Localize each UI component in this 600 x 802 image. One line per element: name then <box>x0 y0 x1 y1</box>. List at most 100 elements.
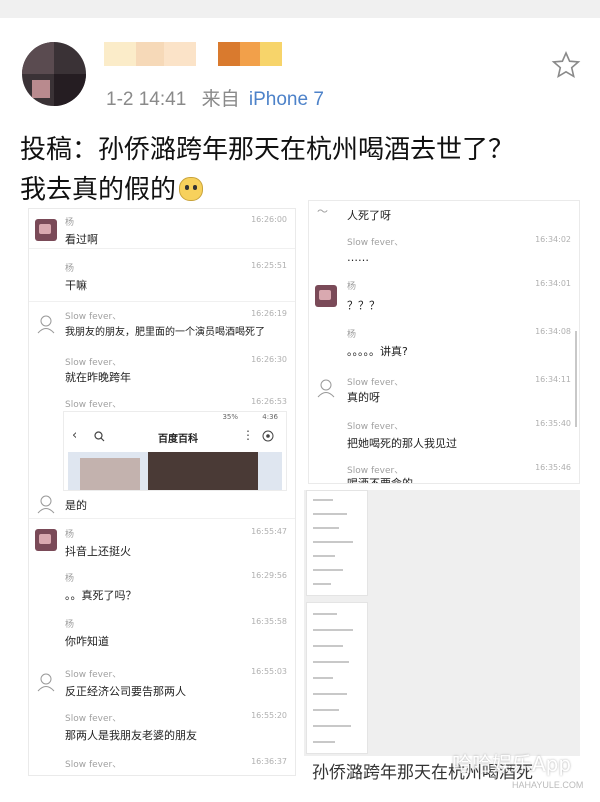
more-dots-icon[interactable]: ⋮ <box>242 428 254 442</box>
chat-sender: Slow fever、 <box>347 422 404 432</box>
chat-message: Slow fever、 16:26:19 我朋友的朋友，肥里面的一个演员喝酒喝死… <box>29 305 295 355</box>
post-meta: 1-2 14:41 来自 iPhone 7 <box>106 84 324 111</box>
user-outline-avatar-icon <box>37 495 55 514</box>
chat-text: 就在昨晚跨年 <box>65 371 131 384</box>
watermark: 哈哈娱乐App <box>452 752 572 776</box>
divider <box>29 248 295 249</box>
chat-text: 反正经济公司要告那两人 <box>65 685 186 698</box>
wave-icon: ～ <box>317 205 328 218</box>
scrollbar[interactable] <box>575 331 577 427</box>
chat-message: Slow fever、 16:34:11 真的呀 <box>309 371 579 415</box>
chat-message: 是的 <box>29 491 295 519</box>
post-time: 1-2 14:41 <box>106 89 187 110</box>
chat-text: 人死了呀 <box>347 209 391 222</box>
chat-sender: Slow fever、 <box>65 358 122 368</box>
search-icon[interactable] <box>94 431 105 442</box>
chat-text: 喝酒不要命的 <box>347 477 413 484</box>
chat-time: 16:26:19 <box>251 309 287 318</box>
chat-text: 真的呀 <box>347 391 380 404</box>
chat-message: 杨 16:35:58 你咋知道 <box>29 613 295 657</box>
watermark-url: HAHAYULE.COM <box>512 780 584 790</box>
chat-sender: Slow fever、 <box>347 378 404 388</box>
chat-time: 16:55:20 <box>251 711 287 720</box>
post-source-prefix: 来自 <box>201 89 240 110</box>
post-text-line: 我去真的假的 <box>20 175 177 205</box>
chat-time: 16:35:58 <box>251 617 287 626</box>
avatar-photo <box>315 285 337 307</box>
chat-message: 杨 16:55:47 抖音上还挺火 <box>29 523 295 567</box>
chat-time: 16:34:11 <box>535 375 571 384</box>
embedded-phone-screenshot: 35% 4:36 ‹ 百度百科 ⋮ <box>63 411 287 491</box>
chat-time: 16:34:08 <box>535 327 571 336</box>
chat-time: 16:55:47 <box>251 527 287 536</box>
chat-sender: Slow fever、 <box>65 400 122 410</box>
chat-message: Slow fever、 16:35:40 把她喝死的那人我见过 <box>309 415 579 459</box>
post-device-link[interactable]: iPhone 7 <box>249 89 324 110</box>
avatar-photo <box>35 529 57 551</box>
phone-toolbar: ‹ 百度百科 ⋮ <box>64 426 286 448</box>
back-arrow-icon[interactable]: ‹ <box>72 428 77 443</box>
chat-message: 杨 16:29:56 。。真死了吗？ <box>29 567 295 611</box>
phone-page-title: 百度百科 <box>158 434 198 445</box>
chat-sender: 杨 <box>347 282 357 292</box>
chat-text: 。。。。。讲真? <box>347 345 408 358</box>
chat-time: 16:26:30 <box>251 355 287 364</box>
chat-message: 杨 16:25:51 干嘛 <box>29 255 295 302</box>
chat-sender: Slow fever、 <box>347 238 404 248</box>
avatar-photo <box>35 219 57 241</box>
chat-message: Slow fever、 16:35:46 喝酒不要命的 <box>309 459 579 484</box>
chat-text: 是的 <box>65 499 87 512</box>
avatar[interactable] <box>22 42 86 106</box>
mini-chat-screenshot <box>306 490 368 596</box>
avatar-pixel <box>32 80 50 98</box>
banner-photo <box>148 452 258 490</box>
post-text: 投稿：孙侨潞跨年那天在杭州喝酒去世了？ 我去真的假的 <box>20 130 580 210</box>
chat-time: 16:55:03 <box>251 667 287 676</box>
user-outline-avatar-icon <box>317 379 335 398</box>
chat-text: 那两人是我朋友老婆的朋友 <box>65 729 197 742</box>
chat-sender: 杨 <box>65 620 75 630</box>
chat-message: Slow fever、 16:36:37 <box>29 753 295 773</box>
post-text-line: 投稿：孙侨潞跨年那天在杭州喝酒去世了？ <box>20 135 515 165</box>
chat-sender: 杨 <box>65 530 75 540</box>
close-circle-icon[interactable] <box>262 430 274 442</box>
chat-time: 16:25:51 <box>251 261 287 270</box>
star-icon[interactable] <box>551 50 581 80</box>
avatar-pixel <box>54 74 86 106</box>
username-mosaic[interactable] <box>104 42 294 66</box>
chat-time: 16:26:00 <box>251 215 287 224</box>
chat-sender: 杨 <box>65 574 75 584</box>
chat-message: 杨 16:34:01 ？？？ <box>309 275 579 319</box>
status-strip <box>0 0 600 19</box>
chat-message: 杨 16:34:08 。。。。。讲真? <box>309 325 579 369</box>
chat-time: 16:35:40 <box>535 419 571 428</box>
phone-statusbar: 35% 4:36 <box>64 412 286 424</box>
user-outline-avatar-icon <box>37 315 55 334</box>
chat-time: 16:34:02 <box>535 235 571 244</box>
encyclopedia-banner-image <box>68 452 282 490</box>
chat-text: 干嘛 <box>65 279 87 292</box>
divider <box>29 518 295 519</box>
chat-message: Slow fever、 16:55:03 反正经济公司要告那两人 <box>29 663 295 707</box>
user-outline-avatar-icon <box>37 673 55 692</box>
avatar-pixel <box>22 42 54 74</box>
chat-text: ？？？ <box>347 299 380 312</box>
chat-message: Slow fever、 16:34:02 …… <box>309 231 579 275</box>
sad-face-emoji-icon <box>179 177 204 201</box>
chat-time: 16:29:56 <box>251 571 287 580</box>
chat-sender: Slow fever、 <box>65 760 122 770</box>
chat-time: 16:26:53 <box>251 397 287 406</box>
chat-time: 16:35:46 <box>535 463 571 472</box>
chat-message: Slow fever、 16:26:30 就在昨晚跨年 <box>29 353 295 393</box>
banner-photo-left <box>80 458 140 490</box>
chat-message: ～ 人死了呀 <box>309 201 579 227</box>
chat-text: 我朋友的朋友，肥里面的一个演员喝酒喝死了 <box>65 327 265 338</box>
chat-time: 16:34:01 <box>535 279 571 288</box>
battery-level: 35% <box>222 413 238 421</box>
chat-sender: Slow fever、 <box>65 670 122 680</box>
mini-chat-screenshot <box>306 602 368 754</box>
chat-sender: 杨 <box>65 218 75 228</box>
chat-message: 杨 16:26:00 看过啊 <box>29 209 295 249</box>
divider <box>29 301 295 302</box>
chat-sender: 杨 <box>347 330 357 340</box>
